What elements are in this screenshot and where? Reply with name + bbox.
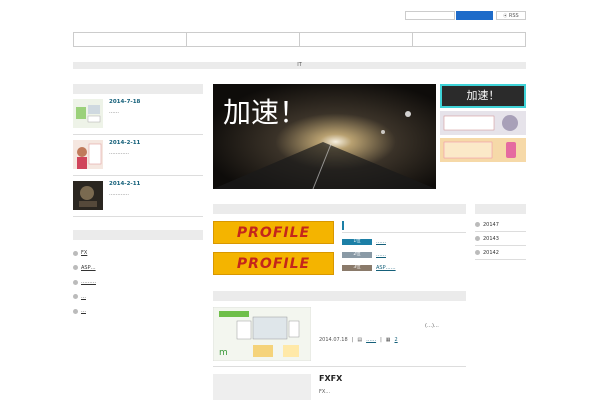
- search-button[interactable]: [456, 11, 493, 20]
- rank-badge: 2位: [342, 252, 372, 258]
- post-thumbnail: [73, 99, 103, 128]
- post-title: ……: [109, 109, 119, 115]
- side-banner[interactable]: 加速！: [440, 84, 526, 108]
- comment-icon: ▦: [385, 337, 391, 343]
- recent-post[interactable]: 2014-2-11 …………: [73, 176, 203, 217]
- category-label: …: [81, 293, 86, 300]
- article-meta: 2014.07.18 | ▤ …… | ▦ 2: [319, 337, 398, 343]
- archives-list: 20147 20143 20142: [475, 218, 526, 260]
- nav-item-1[interactable]: [74, 33, 187, 46]
- article-date: 2014.07.18: [319, 337, 348, 343]
- post-date: 2014-7-18: [109, 99, 141, 105]
- rank-title: ASP……: [376, 265, 396, 271]
- rank-badge: 1位: [342, 239, 372, 245]
- recent-posts-heading: [73, 84, 203, 94]
- folder-icon: ▤: [357, 337, 363, 343]
- divider: [213, 366, 466, 367]
- article-thumbnail[interactable]: m: [213, 307, 311, 361]
- archive-item[interactable]: 20142: [475, 246, 526, 260]
- recent-post[interactable]: 2014-7-18 ……: [73, 94, 203, 135]
- rss-button[interactable]: ⦿ RSS: [496, 11, 526, 20]
- archives-heading: [475, 204, 526, 214]
- bullet-icon: [73, 250, 78, 256]
- categories-heading: [73, 230, 203, 240]
- articles-heading: [213, 291, 466, 301]
- archive-item[interactable]: 20147: [475, 218, 526, 232]
- main-slider-image[interactable]: 加速！: [213, 84, 436, 189]
- rank-title: ……: [376, 252, 386, 258]
- post-date: 2014-2-11: [109, 181, 141, 187]
- comment-count[interactable]: 2: [394, 337, 397, 343]
- slider-caption: 加速！: [223, 96, 307, 129]
- ranking-row[interactable]: 3位 ASP……: [342, 264, 466, 272]
- bullet-icon: [475, 222, 480, 227]
- post-thumbnail: [73, 140, 103, 169]
- side-banner[interactable]: [440, 111, 526, 135]
- archive-item[interactable]: 20143: [475, 232, 526, 246]
- side-banner[interactable]: [440, 138, 526, 162]
- nav-item-2[interactable]: [187, 33, 300, 46]
- post-title: …………: [109, 150, 129, 156]
- category-label: FX: [81, 250, 88, 257]
- recent-post[interactable]: 2014-2-11 …………: [73, 135, 203, 176]
- article-title[interactable]: FXFX: [319, 374, 342, 383]
- rank-title: ……: [376, 239, 386, 245]
- banner-graphic: [443, 141, 516, 159]
- post-date: 2014-2-11: [109, 140, 141, 146]
- ranking-row[interactable]: 2位 ……: [342, 251, 466, 259]
- bullet-icon: [475, 250, 480, 255]
- category-label: …: [81, 308, 86, 315]
- article-thumbnail[interactable]: [213, 374, 311, 400]
- bullet-icon: [475, 236, 480, 241]
- post-thumbnail: [73, 181, 103, 210]
- banner-graphic: [443, 115, 518, 131]
- bullet-icon: [73, 294, 78, 300]
- category-item[interactable]: ………: [73, 275, 203, 290]
- rank-badge: 3位: [342, 265, 372, 271]
- profile-banner[interactable]: PROFILE: [213, 252, 334, 275]
- search-input[interactable]: [405, 11, 455, 20]
- nav-item-4[interactable]: [413, 33, 525, 46]
- rss-label: RSS: [508, 13, 519, 19]
- recent-posts-widget: 2014-7-18 …… 2014-2-11 ………… 2014-2-11 ………: [73, 84, 203, 217]
- categories-widget: FX ASP… ……… … …: [73, 230, 203, 319]
- archive-label: 20147: [483, 221, 499, 228]
- bullet-icon: [73, 308, 78, 314]
- category-item[interactable]: …: [73, 304, 203, 319]
- post-title: …………: [109, 191, 129, 197]
- ranking-row[interactable]: 1位 ……: [342, 238, 466, 246]
- article-excerpt: FX…: [319, 389, 331, 395]
- topbar: IT: [73, 62, 526, 69]
- category-label: ASP…: [81, 264, 96, 271]
- bullet-icon: [73, 279, 78, 285]
- article-category[interactable]: ……: [366, 337, 376, 343]
- category-item[interactable]: FX: [73, 246, 203, 261]
- category-item[interactable]: ASP…: [73, 261, 203, 276]
- ranking-marker: [342, 221, 344, 230]
- bullet-icon: [73, 265, 78, 271]
- category-label: ………: [81, 279, 96, 286]
- svg-text:m: m: [219, 348, 228, 358]
- rss-icon: ⦿: [503, 13, 508, 18]
- archive-label: 20143: [483, 235, 499, 242]
- ranking-heading: [213, 204, 466, 214]
- archive-label: 20142: [483, 249, 499, 256]
- article-excerpt: (…)…: [425, 323, 439, 329]
- nav-item-3[interactable]: [300, 33, 413, 46]
- global-nav: [73, 32, 526, 47]
- category-item[interactable]: …: [73, 290, 203, 305]
- divider: [342, 232, 466, 233]
- profile-banner[interactable]: PROFILE: [213, 221, 334, 244]
